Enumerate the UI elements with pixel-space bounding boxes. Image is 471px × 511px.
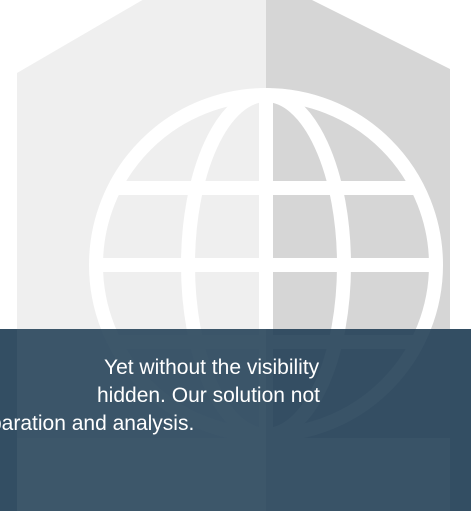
caption-line: hidden. Our solution not: [97, 384, 320, 407]
caption-line: paration and analysis.: [0, 412, 195, 435]
caption-line: Yet without the visibility: [104, 356, 320, 379]
caption-band: Yet without the visibility hidden. Our s…: [0, 329, 471, 511]
hero-panel: Yet without the visibility hidden. Our s…: [0, 0, 471, 511]
caption-text: Yet without the visibility hidden. Our s…: [0, 329, 471, 511]
